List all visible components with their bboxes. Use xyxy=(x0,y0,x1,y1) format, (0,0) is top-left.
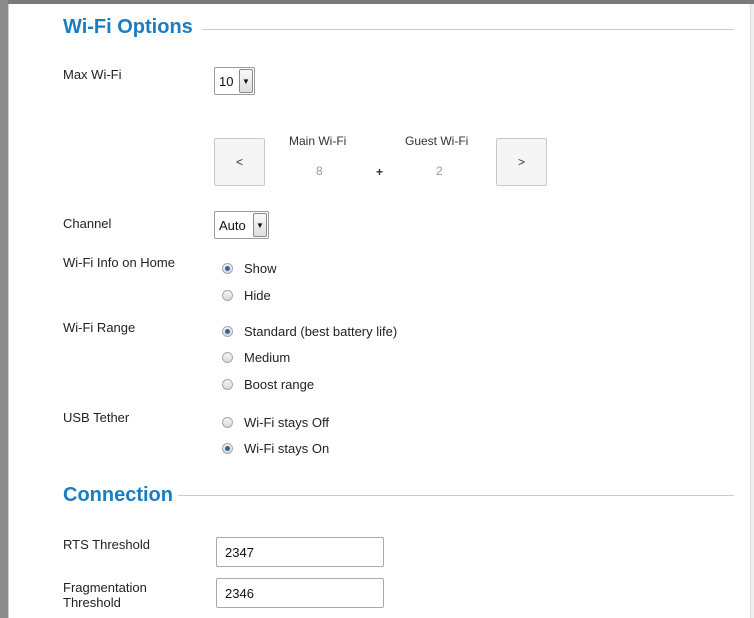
fragmentation-label-line1: Fragmentation xyxy=(63,580,147,595)
usb-tether-label: USB Tether xyxy=(63,410,130,425)
radio-medium-label: Medium xyxy=(244,350,291,365)
radio-show[interactable]: Show xyxy=(222,261,277,276)
fragmentation-threshold-label: Fragmentation Threshold xyxy=(63,580,147,610)
chevron-down-icon: ▼ xyxy=(239,69,253,93)
connection-divider xyxy=(178,495,734,496)
radio-wifi-stays-on[interactable]: Wi-Fi stays On xyxy=(222,441,329,456)
connection-heading: Connection xyxy=(63,484,173,506)
decrease-main-wifi-button[interactable]: < xyxy=(214,138,265,186)
channel-select[interactable]: Auto ▼ xyxy=(214,211,269,239)
guest-wifi-count: 2 xyxy=(436,164,443,178)
radio-standard-label: Standard (best battery life) xyxy=(244,324,398,339)
fragmentation-threshold-input[interactable] xyxy=(216,578,384,608)
main-wifi-count: 8 xyxy=(316,164,323,178)
radio-wifi-stays-off-label: Wi-Fi stays Off xyxy=(244,415,329,430)
rts-threshold-label: RTS Threshold xyxy=(63,537,150,552)
radio-unchecked-icon[interactable] xyxy=(222,352,233,363)
window-top-border xyxy=(0,0,754,4)
radio-hide[interactable]: Hide xyxy=(222,288,271,303)
wifi-range-label: Wi-Fi Range xyxy=(63,320,136,335)
wifi-info-on-home-label: Wi-Fi Info on Home xyxy=(63,255,175,270)
radio-wifi-stays-on-label: Wi-Fi stays On xyxy=(244,441,330,456)
radio-show-label: Show xyxy=(244,261,277,276)
radio-hide-label: Hide xyxy=(244,288,271,303)
max-wifi-select[interactable]: 10 ▼ xyxy=(214,67,255,95)
radio-boost-range-label: Boost range xyxy=(244,377,315,392)
channel-label: Channel xyxy=(63,216,112,231)
wifi-options-divider xyxy=(202,29,734,30)
radio-standard[interactable]: Standard (best battery life) xyxy=(222,324,397,339)
rts-threshold-input[interactable] xyxy=(216,537,384,567)
radio-unchecked-icon[interactable] xyxy=(222,290,233,301)
increase-main-wifi-button[interactable]: > xyxy=(496,138,547,186)
radio-unchecked-icon[interactable] xyxy=(222,417,233,428)
plus-sign: + xyxy=(376,165,384,179)
radio-checked-icon[interactable] xyxy=(222,443,233,454)
page-scrollbar[interactable] xyxy=(750,4,754,618)
main-wifi-label: Main Wi-Fi xyxy=(289,134,347,148)
max-wifi-select-value: 10 xyxy=(219,73,234,89)
radio-medium[interactable]: Medium xyxy=(222,350,290,365)
channel-select-value: Auto xyxy=(219,217,246,233)
radio-boost-range[interactable]: Boost range xyxy=(222,377,314,392)
window-left-inner-border xyxy=(8,4,9,618)
radio-checked-icon[interactable] xyxy=(222,326,233,337)
radio-wifi-stays-off[interactable]: Wi-Fi stays Off xyxy=(222,415,329,430)
wifi-options-heading: Wi-Fi Options xyxy=(63,16,193,38)
chevron-down-icon: ▼ xyxy=(253,213,267,237)
radio-unchecked-icon[interactable] xyxy=(222,379,233,390)
fragmentation-label-line2: Threshold xyxy=(63,595,121,610)
max-wifi-label: Max Wi-Fi xyxy=(63,67,122,82)
window-left-border xyxy=(0,0,8,618)
guest-wifi-label: Guest Wi-Fi xyxy=(405,134,469,148)
radio-checked-icon[interactable] xyxy=(222,263,233,274)
